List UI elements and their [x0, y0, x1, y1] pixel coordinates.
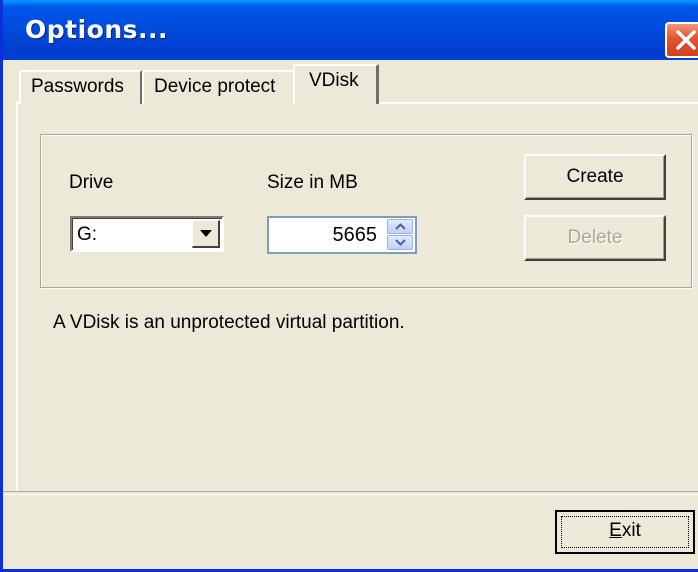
size-increment-button[interactable] — [387, 219, 413, 234]
size-value: 5665 — [332, 224, 378, 246]
drive-dropdown-button[interactable] — [192, 220, 220, 248]
tab-vdisk-label: VDisk — [309, 70, 359, 91]
close-button[interactable] — [665, 22, 698, 58]
size-label: Size in MB — [267, 172, 358, 193]
tab-passwords-label: Passwords — [31, 76, 124, 97]
window-title: Options... — [25, 15, 169, 44]
create-button-label: Create — [566, 166, 624, 187]
tab-passwords[interactable]: Passwords — [19, 70, 142, 104]
drive-select-value: G: — [77, 224, 98, 245]
footer-divider — [3, 491, 698, 495]
vdisk-description: A VDisk is an unprotected virtual partit… — [53, 312, 405, 333]
size-decrement-button[interactable] — [387, 235, 413, 250]
exit-button[interactable]: Exit — [555, 510, 695, 554]
tab-device-protect[interactable]: Device protect — [142, 70, 295, 104]
close-icon — [676, 30, 696, 50]
title-bar[interactable]: Options... — [3, 0, 698, 60]
delete-button-label: Delete — [567, 227, 623, 248]
drive-select[interactable]: G: — [70, 216, 224, 252]
focus-rectangle — [561, 516, 689, 548]
options-dialog: Options... Passwords Device protect VDis… — [0, 0, 698, 572]
drive-label: Drive — [69, 172, 114, 193]
delete-button[interactable]: Delete — [524, 215, 666, 261]
arrow-up-icon — [395, 223, 406, 230]
size-spinbox[interactable]: 5665 — [267, 216, 417, 254]
tab-vdisk[interactable]: VDisk — [293, 64, 379, 104]
create-button[interactable]: Create — [524, 154, 666, 200]
chevron-down-icon — [200, 230, 212, 237]
arrow-down-icon — [395, 239, 406, 246]
tab-device-protect-label: Device protect — [154, 76, 276, 97]
